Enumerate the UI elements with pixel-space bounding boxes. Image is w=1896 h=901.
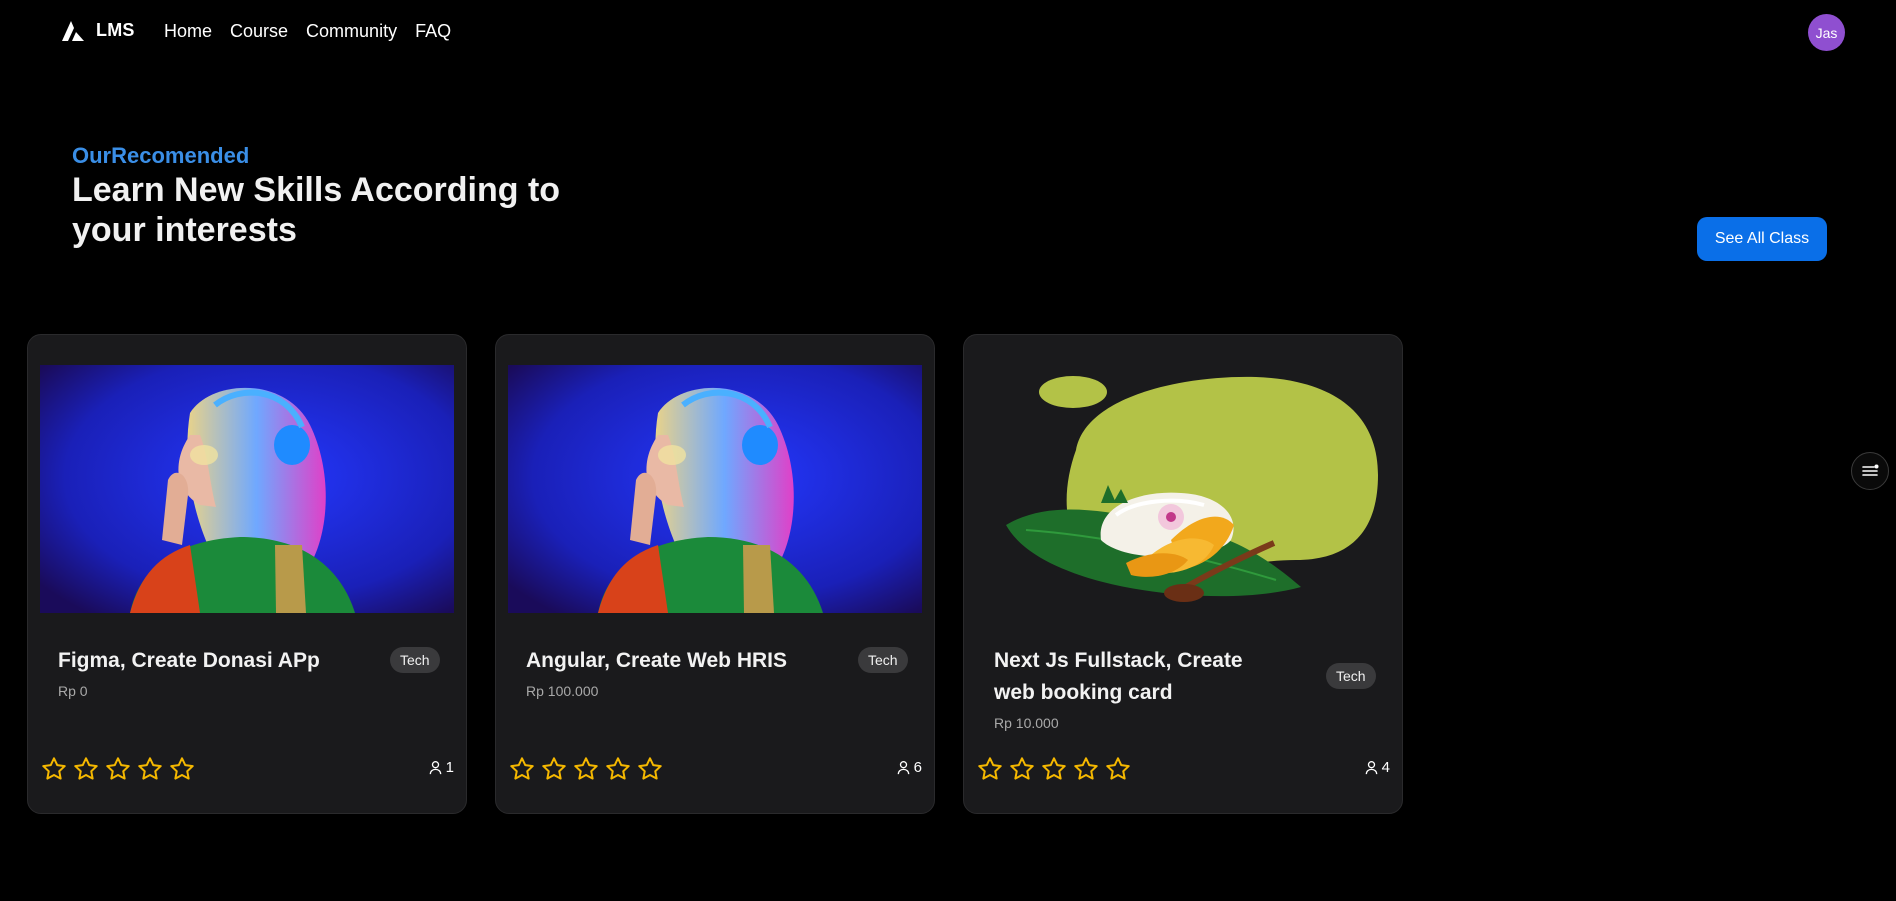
see-all-class-button[interactable]: See All Class xyxy=(1697,217,1827,261)
rating-stars[interactable] xyxy=(508,755,664,783)
student-count-value: 1 xyxy=(445,759,454,776)
course-thumbnail xyxy=(508,365,922,613)
course-card[interactable]: Angular, Create Web HRIS Rp 100.000 Tech… xyxy=(495,334,935,814)
nav-link-course[interactable]: Course xyxy=(230,21,288,42)
top-navbar: LMS Home Course Community FAQ Jas xyxy=(0,0,1896,66)
student-count: 6 xyxy=(896,759,922,776)
user-icon xyxy=(1365,761,1377,775)
course-title[interactable]: Figma, Create Donasi APp xyxy=(58,645,348,677)
course-price: Rp 10.000 xyxy=(994,715,1059,731)
section-eyebrow: OurRecomended xyxy=(72,143,250,168)
course-title[interactable]: Next Js Fullstack, Create web booking ca… xyxy=(994,645,1284,709)
triangle-logo-icon xyxy=(62,20,84,41)
star-outline-icon[interactable] xyxy=(976,755,1004,783)
course-title[interactable]: Angular, Create Web HRIS xyxy=(526,645,816,677)
star-outline-icon[interactable] xyxy=(40,755,68,783)
star-outline-icon[interactable] xyxy=(1072,755,1100,783)
woman-with-headphones-photo xyxy=(508,365,922,613)
nav-link-faq[interactable]: FAQ xyxy=(415,21,451,42)
course-card[interactable]: Figma, Create Donasi APp Rp 0 Tech 1 xyxy=(27,334,467,814)
student-count-value: 4 xyxy=(1381,759,1390,776)
star-outline-icon[interactable] xyxy=(72,755,100,783)
woman-with-headphones-photo xyxy=(40,365,454,613)
nav-link-home[interactable]: Home xyxy=(164,21,212,42)
section-headline: Learn New Skills According to your inter… xyxy=(72,171,561,249)
filter-list-icon xyxy=(1862,464,1879,476)
nav-links: Home Course Community FAQ xyxy=(164,21,451,42)
filter-menu-button[interactable] xyxy=(1851,452,1889,490)
star-outline-icon[interactable] xyxy=(636,755,664,783)
course-price: Rp 100.000 xyxy=(526,683,599,699)
category-badge: Tech xyxy=(390,647,440,673)
student-count-value: 6 xyxy=(913,759,922,776)
brand-name: LMS xyxy=(96,20,135,40)
star-outline-icon[interactable] xyxy=(508,755,536,783)
student-count: 4 xyxy=(1364,759,1390,776)
category-badge: Tech xyxy=(1326,663,1376,689)
star-outline-icon[interactable] xyxy=(136,755,164,783)
rating-stars[interactable] xyxy=(976,755,1132,783)
category-badge: Tech xyxy=(858,647,908,673)
course-thumbnail xyxy=(40,365,454,613)
nav-link-community[interactable]: Community xyxy=(306,21,397,42)
rating-stars[interactable] xyxy=(40,755,196,783)
star-outline-icon[interactable] xyxy=(572,755,600,783)
star-outline-icon[interactable] xyxy=(1104,755,1132,783)
course-card[interactable]: Next Js Fullstack, Create web booking ca… xyxy=(963,334,1403,814)
star-outline-icon[interactable] xyxy=(540,755,568,783)
star-outline-icon[interactable] xyxy=(104,755,132,783)
user-avatar[interactable]: Jas xyxy=(1808,14,1845,51)
course-thumbnail xyxy=(976,365,1390,613)
brand-logo[interactable]: LMS xyxy=(62,20,135,41)
star-outline-icon[interactable] xyxy=(1008,755,1036,783)
mango-sticky-rice-illustration xyxy=(1006,376,1378,602)
star-outline-icon[interactable] xyxy=(168,755,196,783)
student-count: 1 xyxy=(428,759,454,776)
course-price: Rp 0 xyxy=(58,683,88,699)
star-outline-icon[interactable] xyxy=(1040,755,1068,783)
star-outline-icon[interactable] xyxy=(604,755,632,783)
user-icon xyxy=(897,761,909,775)
user-icon xyxy=(429,761,441,775)
